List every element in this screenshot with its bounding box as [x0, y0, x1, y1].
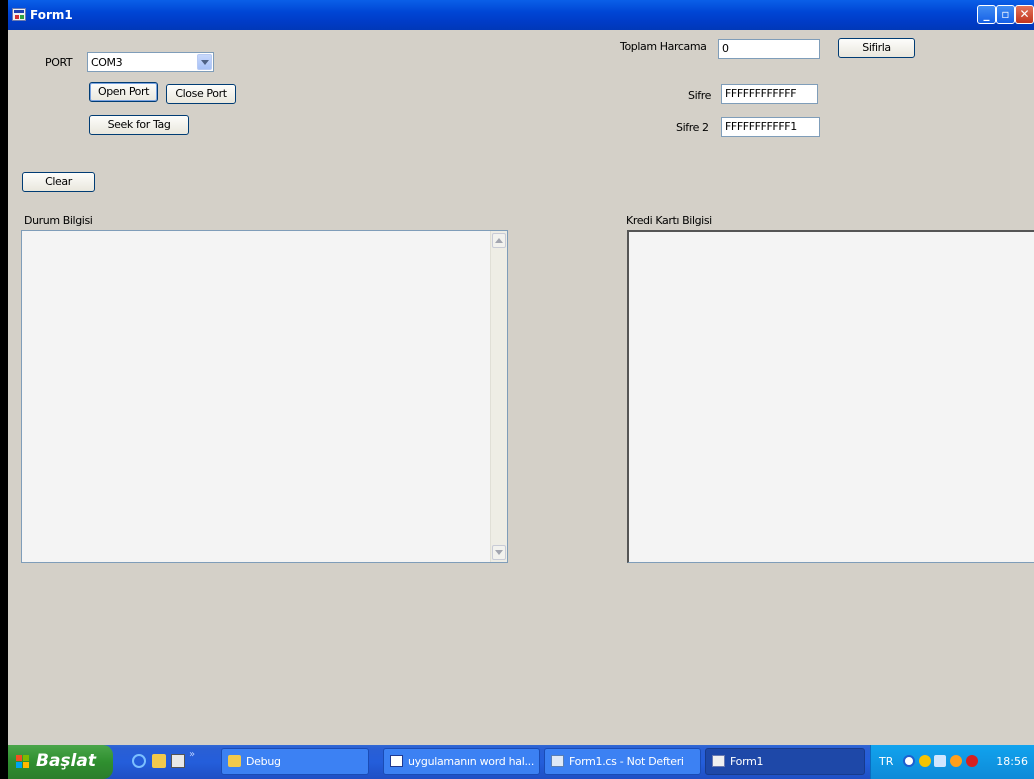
durum-bilgisi-textarea[interactable] — [21, 230, 508, 563]
durum-bilgisi-label: Durum Bilgisi — [24, 214, 93, 227]
toplam-harcama-field[interactable]: 0 — [718, 39, 820, 59]
title-bar[interactable]: Form1 _ ▫ ✕ — [8, 0, 1034, 30]
task-label: Form1 — [730, 755, 764, 768]
sifre-label: Sifre — [688, 89, 711, 102]
port-combobox-value: COM3 — [91, 56, 123, 69]
windows-logo-icon — [16, 755, 30, 769]
seek-for-tag-button[interactable]: Seek for Tag — [89, 115, 189, 135]
sifre-2-field[interactable]: FFFFFFFFFFF1 — [721, 117, 820, 137]
sifirla-button[interactable]: Sifirla — [838, 38, 915, 58]
task-form1[interactable]: Form1 — [705, 748, 865, 775]
minimize-button[interactable]: _ — [977, 5, 996, 24]
folder-icon — [228, 755, 241, 767]
close-port-button[interactable]: Close Port — [166, 84, 236, 104]
close-button[interactable]: ✕ — [1015, 5, 1034, 24]
task-debug[interactable]: Debug — [221, 748, 369, 775]
toplam-harcama-label: Toplam Harcama — [620, 40, 707, 53]
system-tray: TR 18:56 — [870, 745, 1034, 779]
window-title: Form1 — [30, 8, 73, 22]
start-label: Başlat — [36, 751, 96, 771]
taskbar: Başlat » Debug uygulamanın word hal... F… — [8, 745, 1034, 779]
form-app-icon[interactable] — [12, 8, 26, 21]
port-label: PORT — [45, 56, 73, 69]
notepad-icon — [551, 755, 564, 767]
shield-icon[interactable] — [919, 755, 931, 767]
messenger-icon[interactable] — [950, 755, 962, 767]
form-app-icon — [712, 755, 725, 767]
sifre-field[interactable]: FFFFFFFFFFFF — [721, 84, 818, 104]
task-notepad[interactable]: Form1.cs - Not Defteri — [544, 748, 701, 775]
kredi-karti-bilgisi-label: Kredi Kartı Bilgisi — [626, 214, 712, 227]
clear-button[interactable]: Clear — [22, 172, 95, 192]
form1-window: Form1 _ ▫ ✕ PORT COM3 Open Port Close Po… — [8, 0, 1034, 745]
folder-icon[interactable] — [152, 754, 166, 768]
start-button[interactable]: Başlat — [8, 745, 113, 779]
scroll-up-icon[interactable] — [492, 233, 506, 248]
port-combobox[interactable]: COM3 — [87, 52, 214, 72]
task-label: Form1.cs - Not Defteri — [569, 755, 684, 768]
open-port-button[interactable]: Open Port — [89, 82, 158, 102]
clock: 18:56 — [996, 755, 1028, 768]
chevron-left-icon[interactable] — [903, 755, 915, 767]
sifre-2-label: Sifre 2 — [676, 121, 709, 134]
kredi-karti-bilgisi-textarea[interactable] — [627, 230, 1034, 563]
network-icon[interactable] — [934, 755, 946, 767]
word-document-icon — [390, 755, 403, 767]
language-indicator[interactable]: TR — [879, 755, 893, 768]
task-label: Debug — [246, 755, 281, 768]
show-desktop-icon[interactable] — [171, 754, 185, 768]
restore-button[interactable]: ▫ — [996, 5, 1015, 24]
internet-explorer-icon[interactable] — [132, 754, 146, 768]
antivirus-icon[interactable] — [966, 755, 978, 767]
chevron-right-icon[interactable]: » — [189, 749, 195, 760]
task-word-document[interactable]: uygulamanın word hal... — [383, 748, 540, 775]
vertical-scrollbar[interactable] — [490, 231, 507, 562]
scroll-down-icon[interactable] — [492, 545, 506, 560]
chevron-down-icon[interactable] — [197, 54, 212, 70]
task-label: uygulamanın word hal... — [408, 755, 535, 768]
